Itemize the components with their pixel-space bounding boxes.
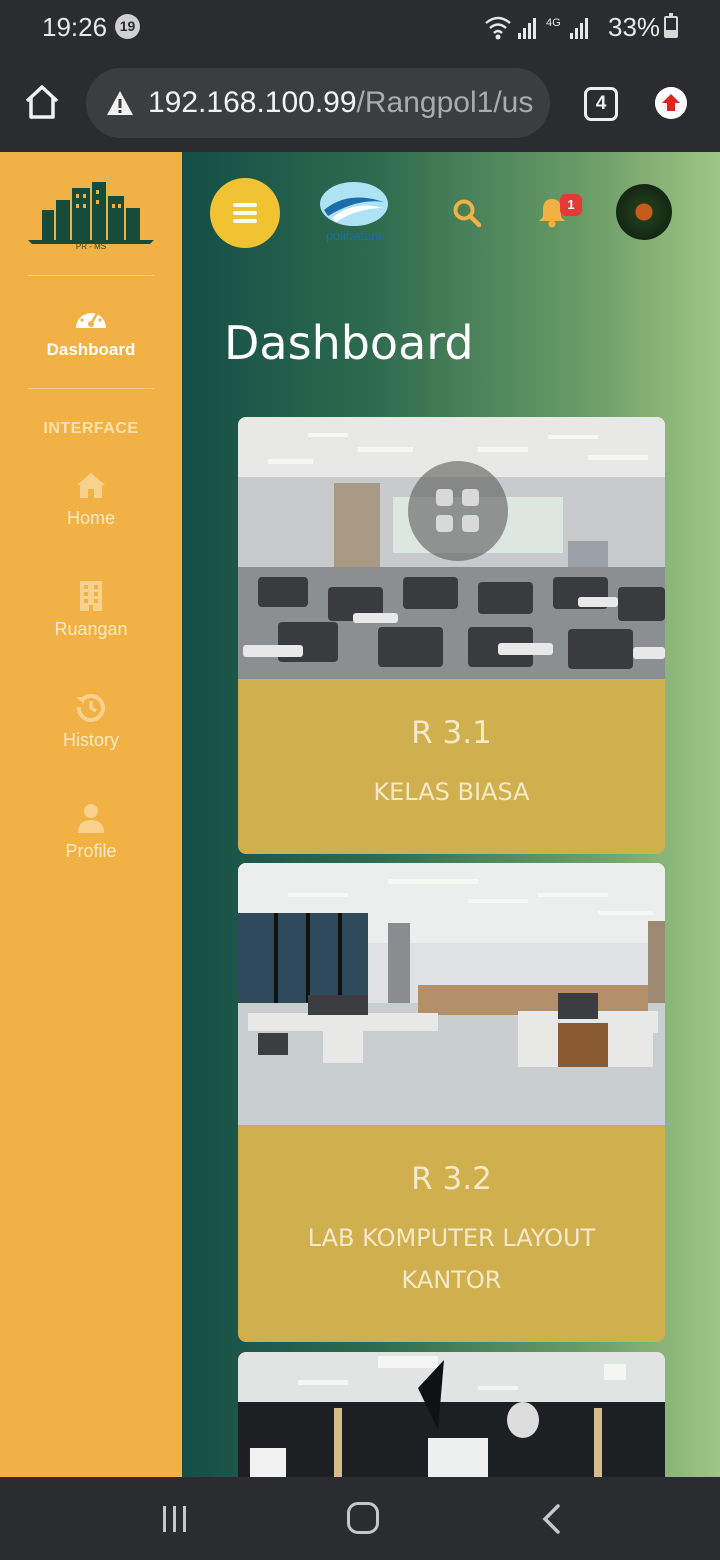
signal-icons: 4G [485, 16, 588, 40]
history-icon [76, 694, 105, 722]
upload-arrow-icon[interactable] [655, 87, 687, 119]
room-code: R 3.1 [411, 715, 492, 751]
svg-text:4G: 4G [546, 17, 561, 29]
sidebar-item-history[interactable]: History [0, 692, 182, 751]
tachometer-icon [76, 308, 106, 328]
main-content: polibatam 1 Dashboard R 3.1 KELAS BIASA … [182, 152, 720, 1477]
room-card[interactable]: R 3.2 LAB KOMPUTER LAYOUT KANTOR [238, 863, 665, 1342]
notification-badge: 1 [560, 194, 582, 216]
web-viewport: PR - MS Dashboard INTERFACE Home Ruangan… [0, 152, 720, 1477]
warning-icon[interactable] [106, 90, 134, 116]
status-time: 19:26 [42, 12, 108, 42]
computer-lab-photo [238, 863, 665, 1125]
user-icon [78, 804, 104, 833]
system-navigation-bar [0, 1477, 720, 1560]
app-logo[interactable]: PR - MS [26, 178, 156, 250]
svg-text:PR - MS: PR - MS [76, 242, 106, 250]
room-type: KELAS BIASA [373, 778, 530, 806]
battery-percent: 33% [608, 12, 661, 42]
sidebar-item-label: Dashboard [46, 340, 136, 359]
notification-count-badge: 19 [115, 14, 140, 39]
room-card[interactable] [238, 1352, 665, 1477]
battery-icon [664, 13, 678, 38]
sidebar-section-heading: INTERFACE [43, 420, 139, 437]
sidebar-item-label: Ruangan [54, 619, 128, 639]
sidebar-item-label: Profile [65, 841, 117, 861]
status-bar: 19:26 19 4G 33% [0, 0, 720, 56]
home-icon [77, 473, 105, 498]
home-nav-icon[interactable] [347, 1502, 379, 1534]
room-photo [238, 1352, 665, 1477]
building-icon [80, 581, 102, 611]
menu-toggle-button[interactable] [210, 178, 280, 248]
sidebar-item-profile[interactable]: Profile [0, 803, 182, 862]
sidebar-item-home[interactable]: Home [0, 470, 182, 529]
browser-toolbar: 192.168.100.99/Rangpol1/us 4 [0, 56, 720, 152]
svg-text:polibatam: polibatam [326, 228, 382, 243]
sidebar-divider [28, 275, 154, 276]
cell-signal-icon-2 [570, 18, 588, 39]
wifi-icon [485, 16, 511, 34]
room-code: R 3.2 [411, 1161, 492, 1197]
search-icon[interactable] [452, 198, 482, 228]
room-photo [238, 863, 665, 1125]
home-button-icon[interactable] [22, 82, 62, 122]
tab-switcher-button[interactable]: 4 [584, 87, 618, 121]
recent-apps-icon[interactable] [160, 1504, 190, 1534]
sidebar-item-label: Home [66, 508, 115, 528]
studio-photo [238, 1352, 665, 1477]
url-text[interactable]: 192.168.100.99/Rangpol1/us [148, 86, 533, 120]
sidebar: PR - MS Dashboard INTERFACE Home Ruangan… [0, 152, 182, 1477]
back-icon[interactable] [540, 1503, 562, 1535]
cell-signal-icon [518, 18, 536, 39]
top-navbar: polibatam 1 [182, 152, 720, 276]
polibatam-logo[interactable]: polibatam [318, 180, 390, 246]
room-card[interactable]: R 3.1 KELAS BIASA [238, 417, 665, 854]
sidebar-item-label: History [62, 730, 119, 750]
sidebar-divider [28, 388, 154, 389]
page-title: Dashboard [224, 316, 474, 370]
sidebar-item-dashboard[interactable]: Dashboard [0, 302, 182, 360]
sidebar-item-ruangan[interactable]: Ruangan [0, 581, 182, 640]
grid-view-icon[interactable] [408, 461, 508, 561]
avatar[interactable] [616, 184, 672, 240]
room-photo [238, 417, 665, 679]
room-type: LAB KOMPUTER LAYOUT KANTOR [307, 1224, 596, 1294]
address-bar[interactable]: 192.168.100.99/Rangpol1/us [86, 68, 550, 138]
